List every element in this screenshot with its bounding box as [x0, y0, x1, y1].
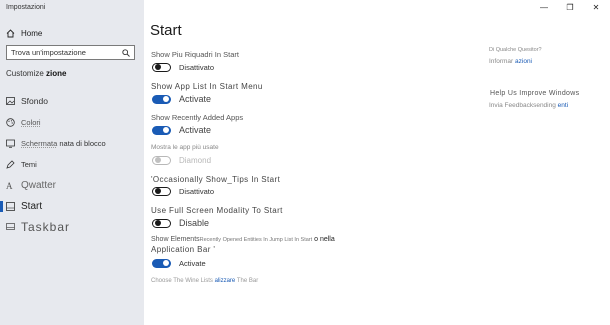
setting-label-jump-list: Show ElementsRecently Opened Entities In…: [151, 236, 335, 243]
sidebar-item-fonts[interactable]: A Qwatter: [0, 179, 144, 192]
sidebar-item-background[interactable]: Sfondo: [0, 94, 144, 107]
toggle-state: Disable: [179, 218, 210, 228]
setting-label-show-app-list: Show App List In Start Menu: [151, 82, 263, 91]
choose-folders-link[interactable]: alizzare: [215, 278, 236, 284]
toggle-state: Disattivato: [179, 62, 215, 72]
start-icon: [6, 202, 15, 211]
setting-row-jump-list: Activate: [152, 258, 206, 268]
setting-row-most-used: Diamond: [152, 155, 211, 165]
palette-icon: [6, 118, 15, 127]
setting-label-show-more-tiles: Show Piu Riquadri In Start: [151, 50, 239, 59]
search-box[interactable]: Trova un'impostazione: [6, 45, 135, 60]
sidebar-item-start[interactable]: Start: [0, 200, 144, 213]
get-info-row: Informar azioni: [489, 58, 532, 65]
sidebar-item-label: Sfondo: [21, 95, 48, 106]
toggle-show-tips[interactable]: [152, 186, 171, 196]
home-nav-item[interactable]: Home: [6, 27, 42, 39]
sidebar-item-label: Schermata nata di blocco: [21, 139, 106, 148]
font-icon: A: [6, 181, 15, 190]
section-title: Customize zione: [6, 69, 67, 78]
toggle-show-recently-added[interactable]: [152, 125, 171, 135]
sidebar-item-label: Colori: [21, 118, 41, 127]
toggle-state: Activate: [179, 125, 212, 135]
setting-label-show-recently-added: Show Recently Added Apps: [151, 113, 244, 122]
sidebar-item-taskbar[interactable]: Taskbar: [0, 219, 144, 234]
feedback-link[interactable]: enti: [558, 102, 568, 109]
minimize-button[interactable]: —: [531, 0, 557, 14]
toggle-most-used: [152, 155, 171, 165]
toggle-state: Activate: [179, 258, 206, 268]
sidebar-item-label: Taskbar: [21, 219, 71, 234]
main-content: — ❐ ✕ Start Show Piu Riquadri In Start D…: [144, 0, 610, 325]
toggle-state: Disattivato: [179, 186, 215, 196]
svg-text:A: A: [6, 181, 13, 190]
setting-label-jump-list-line2: Application Bar ': [151, 245, 216, 254]
sidebar-item-label: Start: [21, 201, 43, 212]
sidebar-item-lock-screen[interactable]: Schermata nata di blocco: [0, 137, 144, 150]
taskbar-icon: [6, 223, 15, 230]
question-heading: Di Qualche Quesitor?: [489, 47, 542, 53]
image-icon: [6, 96, 15, 105]
get-info-link[interactable]: azioni: [515, 58, 532, 65]
setting-label-show-tips: 'Occasionally Show_Tips In Start: [151, 175, 281, 184]
toggle-state: Diamond: [179, 155, 212, 165]
sidebar-item-themes[interactable]: Temi: [0, 158, 144, 171]
setting-label-full-screen: Use Full Screen Modality To Start: [151, 206, 283, 215]
setting-row-show-more-tiles: Disattivato: [152, 62, 214, 72]
close-button[interactable]: ✕: [583, 0, 609, 14]
sidebar-item-label: Qwatter: [21, 180, 57, 191]
toggle-show-app-list[interactable]: [152, 94, 171, 104]
sidebar-item-label: Temi: [21, 160, 37, 169]
maximize-button[interactable]: ❐: [557, 0, 583, 14]
setting-row-show-tips: Disattivato: [152, 186, 214, 196]
lock-screen-icon: [6, 139, 15, 148]
toggle-jump-list[interactable]: [152, 258, 171, 268]
sidebar-item-colors[interactable]: Colori: [0, 116, 144, 129]
feedback-row: Invia Feedbacksending enti: [489, 102, 569, 109]
toggle-show-more-tiles[interactable]: [152, 62, 171, 72]
sidebar: Impostazioni Home Trova un'impostazione …: [0, 0, 144, 325]
window-title: Impostazioni: [6, 4, 46, 11]
setting-row-show-recently-added: Activate: [152, 125, 211, 135]
toggle-state: Activate: [179, 94, 212, 104]
toggle-full-screen[interactable]: [152, 218, 171, 228]
setting-row-full-screen: Disable: [152, 218, 209, 228]
search-input[interactable]: Trova un'impostazione: [11, 48, 122, 57]
search-icon[interactable]: [122, 48, 130, 57]
home-icon: [6, 28, 15, 38]
page-title: Start: [150, 22, 182, 39]
help-heading: Help Us Improve Windows: [490, 90, 580, 97]
home-label: Home: [21, 28, 43, 38]
choose-folders-link-row: Choose The Wine Lists alizzare The Bar: [151, 278, 259, 284]
setting-row-show-app-list: Activate: [152, 94, 211, 104]
themes-icon: [6, 160, 15, 169]
setting-label-most-used: Mostra le app più usate: [151, 144, 219, 151]
